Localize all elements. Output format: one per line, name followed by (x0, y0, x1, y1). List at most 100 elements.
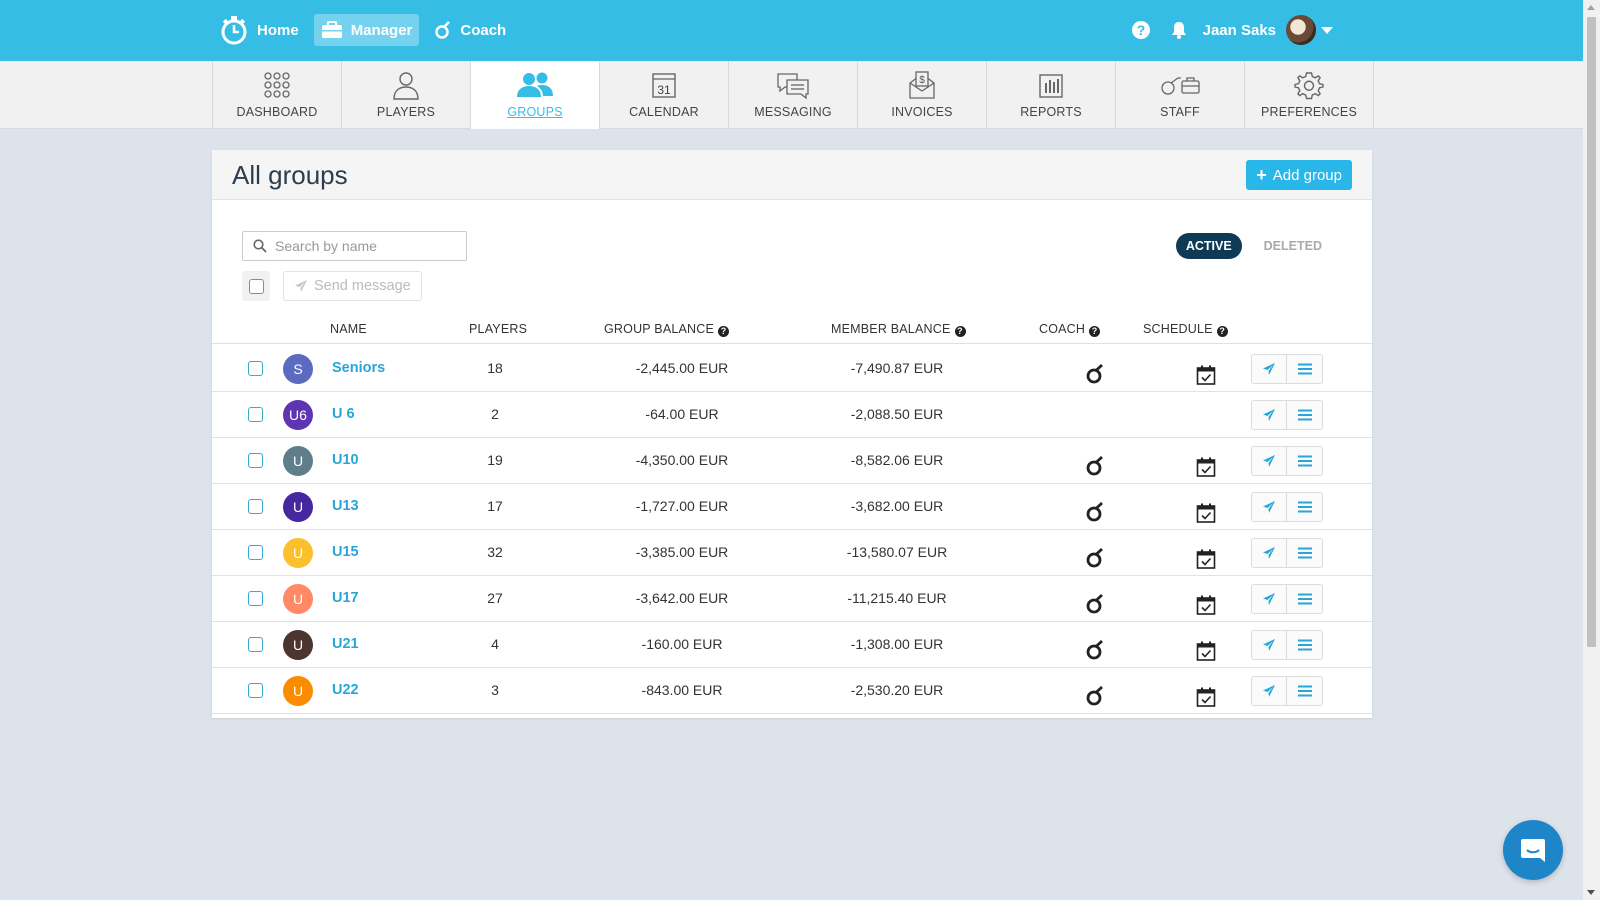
member-balance: -2,530.20 EUR (850, 682, 944, 698)
scroll-up-icon[interactable] (1587, 5, 1595, 10)
send-message-row-button[interactable] (1251, 584, 1287, 614)
row-checkbox[interactable] (248, 499, 263, 514)
whistle-icon (1086, 547, 1103, 568)
group-name-link[interactable]: U17 (332, 575, 359, 622)
send-message-row-button[interactable] (1251, 446, 1287, 476)
coach-indicator[interactable] (1085, 449, 1105, 476)
chevron-down-icon[interactable] (1321, 26, 1333, 34)
row-checkbox[interactable] (248, 591, 263, 606)
help-icon[interactable]: ? (718, 326, 730, 337)
group-name-link[interactable]: U10 (332, 437, 359, 484)
select-all-checkbox[interactable] (248, 278, 264, 294)
scroll-down-icon[interactable] (1587, 890, 1595, 895)
row-checkbox[interactable] (248, 407, 263, 422)
col-group-balance-label: GROUP BALANCE (604, 322, 715, 336)
user-avatar[interactable] (1286, 15, 1316, 45)
scrollbar[interactable] (1583, 0, 1600, 900)
schedule-indicator[interactable] (1195, 496, 1217, 523)
add-group-button[interactable]: + Add group (1246, 160, 1352, 190)
row-menu-button[interactable] (1287, 400, 1323, 430)
send-message-button[interactable]: Send message (283, 271, 422, 301)
module-players[interactable]: PLAYERS (342, 61, 471, 129)
help-icon[interactable]: ? (1089, 326, 1101, 337)
help-icon[interactable]: ? (954, 326, 966, 337)
group-name-link[interactable]: U15 (332, 529, 359, 576)
coach-indicator[interactable] (1085, 679, 1105, 706)
send-message-row-button[interactable] (1251, 676, 1287, 706)
group-name-link[interactable]: U22 (332, 667, 359, 714)
module-preferences[interactable]: PREFERENCES (1245, 61, 1374, 129)
member-balance: -1,308.00 EUR (850, 636, 944, 652)
coach-link[interactable]: Coach (427, 14, 513, 46)
row-menu-button[interactable] (1287, 676, 1323, 706)
row-menu-button[interactable] (1287, 630, 1323, 660)
row-menu-button[interactable] (1287, 538, 1323, 568)
user-name[interactable]: Jaan Saks (1203, 22, 1276, 39)
col-coach[interactable]: COACH? (1039, 314, 1101, 344)
group-name-link[interactable]: U13 (332, 483, 359, 530)
row-actions (1251, 630, 1323, 660)
schedule-indicator[interactable] (1195, 588, 1217, 615)
col-players[interactable]: PLAYERS (469, 314, 527, 344)
help-icon[interactable]: ? (1131, 20, 1151, 40)
row-checkbox[interactable] (248, 361, 263, 376)
search-input[interactable] (275, 238, 455, 254)
schedule-indicator[interactable] (1195, 680, 1217, 707)
group-name-link[interactable]: U 6 (332, 391, 355, 438)
module-staff[interactable]: STAFF (1116, 61, 1245, 129)
coach-indicator[interactable] (1085, 357, 1105, 384)
scrollbar-thumb[interactable] (1587, 17, 1596, 647)
row-menu-button[interactable] (1287, 354, 1323, 384)
send-message-row-button[interactable] (1251, 538, 1287, 568)
send-message-row-button[interactable] (1251, 492, 1287, 522)
row-checkbox[interactable] (248, 637, 263, 652)
schedule-indicator[interactable] (1195, 542, 1217, 569)
row-checkbox[interactable] (248, 453, 263, 468)
group-name-link[interactable]: Seniors (332, 345, 385, 392)
schedule-indicator[interactable] (1195, 450, 1217, 477)
schedule-indicator[interactable] (1195, 358, 1217, 385)
whistle-icon (1086, 593, 1103, 614)
col-member-balance[interactable]: MEMBER BALANCE? (831, 314, 966, 344)
module-groups[interactable]: GROUPS (471, 61, 600, 129)
send-message-row-button[interactable] (1251, 400, 1287, 430)
row-menu-button[interactable] (1287, 584, 1323, 614)
filter-active[interactable]: ACTIVE (1175, 233, 1242, 259)
module-invoices[interactable]: $ INVOICES (858, 61, 987, 129)
bell-icon[interactable] (1169, 20, 1189, 40)
paper-plane-icon (1263, 501, 1275, 513)
coach-indicator[interactable] (1085, 495, 1105, 522)
plus-icon: + (1256, 165, 1267, 185)
coach-indicator[interactable] (1085, 541, 1105, 568)
send-message-row-button[interactable] (1251, 630, 1287, 660)
col-players-label: PLAYERS (469, 322, 528, 336)
manager-link[interactable]: Manager (313, 14, 420, 46)
help-icon[interactable]: ? (1216, 326, 1228, 337)
col-name[interactable]: NAME (330, 314, 367, 344)
paper-plane-icon (1263, 685, 1275, 697)
status-filter: ACTIVE DELETED (1175, 233, 1332, 259)
col-group-balance[interactable]: GROUP BALANCE? (604, 314, 730, 344)
module-reports[interactable]: REPORTS (987, 61, 1116, 129)
chat-launcher-button[interactable] (1503, 820, 1563, 880)
filter-deleted[interactable]: DELETED (1254, 233, 1332, 259)
schedule-indicator[interactable] (1195, 634, 1217, 661)
module-dashboard[interactable]: DASHBOARD (213, 61, 342, 129)
send-message-label: Send message (314, 278, 411, 294)
coach-indicator[interactable] (1085, 633, 1105, 660)
module-messaging[interactable]: MESSAGING (729, 61, 858, 129)
calendar-icon: 31 (652, 73, 676, 98)
send-message-row-button[interactable] (1251, 354, 1287, 384)
col-schedule[interactable]: SCHEDULE? (1143, 314, 1228, 344)
coach-indicator[interactable] (1085, 587, 1105, 614)
row-menu-button[interactable] (1287, 492, 1323, 522)
home-link[interactable]: Home (212, 14, 306, 46)
row-menu-button[interactable] (1287, 446, 1323, 476)
row-actions (1251, 400, 1323, 430)
row-checkbox[interactable] (248, 545, 263, 560)
group-name-link[interactable]: U21 (332, 621, 359, 668)
row-checkbox[interactable] (248, 683, 263, 698)
col-name-label: NAME (330, 322, 367, 336)
module-calendar[interactable]: 31 CALENDAR (600, 61, 729, 129)
calendar-check-icon (1196, 365, 1216, 385)
